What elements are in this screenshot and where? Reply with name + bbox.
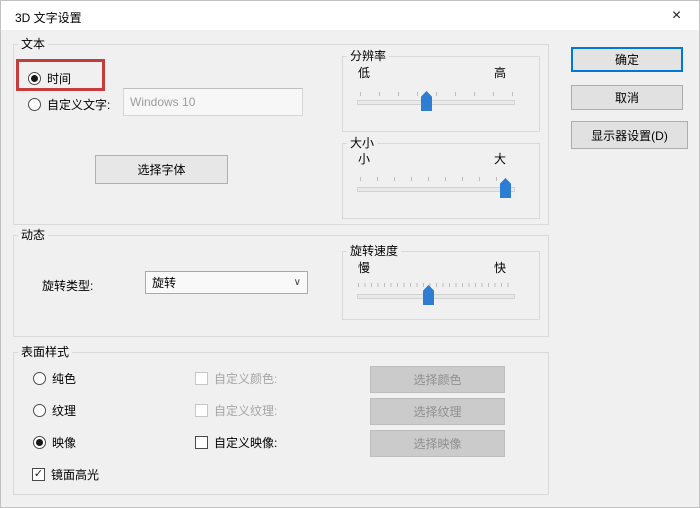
motion-group-label: 动态	[18, 228, 49, 243]
window-title: 3D 文字设置	[15, 11, 82, 25]
ok-button[interactable]: 确定	[571, 47, 683, 72]
choose-font-button[interactable]: 选择字体	[95, 155, 228, 184]
resolution-high-label: 高	[494, 66, 507, 80]
check-icon: ✓	[33, 468, 44, 480]
rotation-type-select[interactable]: 旋转 ∨	[145, 271, 308, 294]
radio-solid-color-label: 纯色	[52, 372, 77, 386]
close-icon: ×	[671, 6, 682, 24]
rotation-type-value: 旋转	[152, 276, 177, 290]
checkbox-specular-label: 镜面高光	[51, 468, 100, 482]
close-button[interactable]: ×	[654, 1, 699, 30]
cancel-button[interactable]: 取消	[571, 85, 683, 110]
radio-custom-text-label: 自定义文字:	[47, 98, 111, 112]
speed-fast-label: 快	[494, 261, 507, 275]
radio-solid-color[interactable]: 纯色	[33, 370, 76, 387]
size-slider-ticks	[360, 177, 513, 181]
text-group-label: 文本	[18, 37, 49, 52]
checkbox-specular-control: ✓	[32, 468, 45, 481]
speed-group-label: 旋转速度	[347, 244, 402, 259]
size-slider-track[interactable]	[357, 187, 515, 192]
radio-custom-text-control	[28, 98, 41, 111]
resolution-low-label: 低	[358, 66, 371, 80]
checkbox-custom-reflection-label: 自定义映像:	[214, 436, 278, 450]
resolution-slider-track[interactable]	[357, 100, 515, 105]
radio-reflection-label: 映像	[52, 436, 77, 450]
time-option-highlight-annotation	[16, 59, 105, 91]
speed-slow-label: 慢	[358, 261, 371, 275]
surface-style-group-label: 表面样式	[18, 345, 73, 360]
rotation-type-label: 旋转类型:	[42, 279, 94, 293]
checkbox-specular-highlight[interactable]: ✓ 镜面高光	[32, 466, 99, 483]
resolution-group-label: 分辨率	[347, 49, 390, 64]
radio-solid-color-control	[33, 372, 46, 385]
size-group: 大小	[342, 136, 540, 219]
checkbox-custom-texture: 自定义纹理:	[195, 402, 277, 419]
radio-reflection[interactable]: 映像	[33, 434, 76, 451]
checkbox-custom-reflection[interactable]: 自定义映像:	[195, 434, 277, 451]
radio-texture-label: 纹理	[52, 404, 77, 418]
checkbox-custom-color-control	[195, 372, 208, 385]
display-settings-button[interactable]: 显示器设置(D)	[571, 121, 688, 149]
title-bar: 3D 文字设置 ×	[1, 1, 699, 30]
size-group-label: 大小	[347, 136, 378, 151]
radio-custom-text[interactable]: 自定义文字:	[28, 96, 110, 113]
checkbox-custom-texture-control	[195, 404, 208, 417]
choose-reflection-button: 选择映像	[370, 430, 505, 457]
checkbox-custom-color: 自定义颜色:	[195, 370, 277, 387]
checkbox-custom-texture-label: 自定义纹理:	[214, 404, 278, 418]
speed-slider-ticks	[358, 283, 514, 287]
radio-texture[interactable]: 纹理	[33, 402, 76, 419]
custom-text-input[interactable]	[123, 88, 303, 116]
size-large-label: 大	[494, 152, 507, 166]
checkbox-custom-color-label: 自定义颜色:	[214, 372, 278, 386]
choose-texture-button: 选择纹理	[370, 398, 505, 425]
resolution-slider-ticks	[360, 92, 513, 96]
radio-texture-control	[33, 404, 46, 417]
3d-text-settings-dialog: 3D 文字设置 × 文本 时间 自定义文字: 选择字体 分辨率 低 高 大小 小…	[0, 0, 700, 508]
checkbox-custom-reflection-control	[195, 436, 208, 449]
size-small-label: 小	[358, 152, 371, 166]
speed-slider-track[interactable]	[357, 294, 515, 299]
choose-color-button: 选择颜色	[370, 366, 505, 393]
radio-reflection-control	[33, 436, 46, 449]
chevron-down-icon: ∨	[293, 277, 301, 288]
